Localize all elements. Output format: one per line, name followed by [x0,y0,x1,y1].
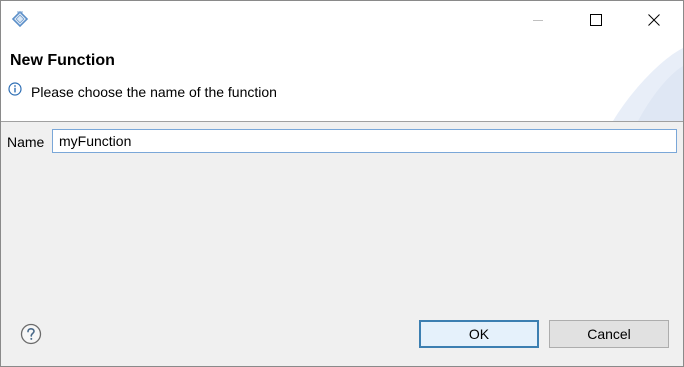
info-icon [8,82,22,96]
function-name-input[interactable] [52,129,677,153]
minimize-button[interactable] [509,1,567,38]
maximize-icon [590,13,602,26]
help-question-icon[interactable] [20,323,42,345]
dialog-message: Please choose the name of the function [31,84,277,100]
new-function-dialog: New Function Please choose the name of t… [0,0,684,367]
title-bar[interactable] [1,1,683,38]
name-label: Name [7,134,45,150]
close-button[interactable] [625,1,683,38]
maximize-button[interactable] [567,1,625,38]
dialog-title: New Function [10,52,115,69]
header-decoration [613,48,683,121]
close-icon [648,13,660,26]
ok-button[interactable]: OK [419,320,539,348]
dialog-header: New Function Please choose the name of t… [1,38,683,121]
minimize-icon [533,19,543,21]
cancel-button[interactable]: Cancel [549,320,669,348]
app-diamond-icon [11,10,29,28]
header-divider [1,121,683,122]
